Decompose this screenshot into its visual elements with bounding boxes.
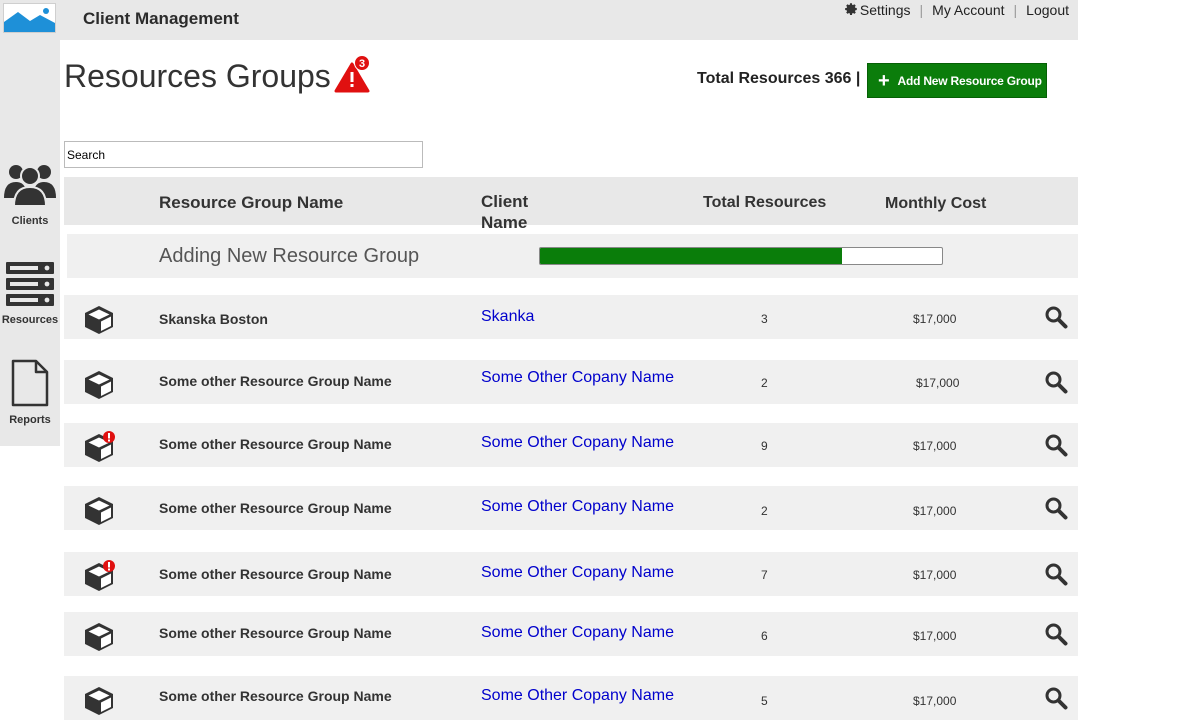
- row-total-resources: 2: [761, 376, 768, 390]
- search-icon[interactable]: [1044, 622, 1068, 646]
- row-total-resources: 9: [761, 439, 768, 453]
- progress-label: Adding New Resource Group: [159, 245, 420, 267]
- row-name: Some other Resource Group Name: [159, 688, 392, 704]
- progress-bar: [539, 247, 943, 265]
- table-row[interactable]: Skanska Boston Skanka 3 $17,000: [64, 295, 1078, 339]
- alert-dot-icon: [103, 431, 115, 443]
- cube-icon: [85, 431, 115, 462]
- sidebar-item-resources[interactable]: Resources: [0, 261, 60, 326]
- search-icon[interactable]: [1044, 496, 1068, 520]
- warning-icon: 3: [334, 55, 370, 93]
- alert-dot-icon: [103, 560, 115, 572]
- table-row[interactable]: Some other Resource Group Name Some Othe…: [64, 676, 1078, 720]
- column-header-client-line1: Client: [481, 192, 529, 211]
- search-icon[interactable]: [1044, 686, 1068, 710]
- search-icon[interactable]: [1044, 433, 1068, 457]
- gear-icon: [845, 3, 857, 15]
- column-header-cost[interactable]: Monthly Cost: [885, 193, 986, 214]
- column-header-client-line2: Name: [481, 213, 528, 232]
- row-monthly-cost: $17,000: [913, 439, 957, 453]
- table-row[interactable]: Some other Resource Group Name Some Othe…: [64, 552, 1078, 596]
- cube-icon: [85, 371, 113, 399]
- row-total-resources: 7: [761, 568, 768, 582]
- search-input[interactable]: [64, 141, 423, 168]
- top-nav: Settings | My Account | Logout: [844, 2, 1069, 18]
- row-client-link[interactable]: Some Other Copany Name: [481, 687, 674, 705]
- row-name: Skanska Boston: [159, 311, 268, 327]
- row-client-link[interactable]: Some Other Copany Name: [481, 624, 674, 642]
- row-name: Some other Resource Group Name: [159, 500, 392, 516]
- sidebar-item-label: Reports: [9, 414, 51, 426]
- row-total-resources: 5: [761, 694, 768, 708]
- sidebar-item-label: Resources: [1, 314, 59, 326]
- column-header-total[interactable]: Total Resources: [703, 192, 826, 213]
- app-title: Client Management: [83, 9, 239, 28]
- cube-icon: [85, 623, 113, 651]
- column-header-client[interactable]: Client Name: [481, 191, 528, 233]
- alert-count: 3: [359, 58, 365, 70]
- row-client-link[interactable]: Some Other Copany Name: [481, 369, 674, 387]
- page-title: Resources Groups: [64, 58, 331, 94]
- row-monthly-cost: $17,000: [913, 629, 957, 643]
- logo-image-icon: [4, 8, 55, 32]
- document-icon: [11, 359, 49, 407]
- row-name: Some other Resource Group Name: [159, 436, 392, 452]
- add-button-label: Add New Resource Group: [897, 73, 1042, 88]
- table-row[interactable]: Some other Resource Group Name Some Othe…: [64, 612, 1078, 656]
- plus-icon: +: [878, 69, 890, 92]
- sidebar-item-reports[interactable]: Reports: [0, 359, 60, 426]
- nav-separator: |: [1013, 2, 1018, 18]
- row-client-link[interactable]: Some Other Copany Name: [481, 564, 674, 582]
- logout-link[interactable]: Logout: [1026, 2, 1069, 18]
- alert-badge[interactable]: 3: [334, 54, 374, 94]
- table-row[interactable]: Some other Resource Group Name Some Othe…: [64, 486, 1078, 530]
- row-monthly-cost: $17,000: [913, 312, 957, 326]
- cube-icon: [85, 497, 113, 525]
- sidebar: Clients Resources Reports: [0, 40, 60, 446]
- sidebar-item-clients[interactable]: Clients: [0, 160, 60, 227]
- row-monthly-cost: $17,000: [913, 694, 957, 708]
- settings-link[interactable]: Settings: [844, 2, 911, 18]
- search-icon[interactable]: [1044, 370, 1068, 394]
- cube-icon: [85, 560, 115, 591]
- row-client-link[interactable]: Some Other Copany Name: [481, 498, 674, 516]
- sidebar-item-label: Clients: [11, 215, 49, 227]
- logo[interactable]: [3, 3, 56, 33]
- column-header-name[interactable]: Resource Group Name: [159, 192, 343, 213]
- users-icon: [4, 165, 56, 207]
- row-monthly-cost: $17,000: [913, 568, 957, 582]
- add-resource-group-button[interactable]: + Add New Resource Group: [867, 63, 1047, 98]
- search-icon[interactable]: [1044, 562, 1068, 586]
- my-account-link[interactable]: My Account: [932, 2, 1004, 18]
- cube-icon: [85, 306, 113, 334]
- top-bar: Client Management Settings | My Account …: [0, 0, 1078, 40]
- row-client-link[interactable]: Some Other Copany Name: [481, 434, 674, 452]
- progress-fill: [540, 248, 842, 264]
- total-resources-summary: Total Resources 366 |: [697, 70, 861, 87]
- row-name: Some other Resource Group Name: [159, 566, 392, 582]
- row-total-resources: 6: [761, 629, 768, 643]
- settings-label: Settings: [859, 2, 911, 18]
- row-client-link[interactable]: Skanka: [481, 308, 534, 326]
- table-header: Resource Group Name Client Name Total Re…: [64, 177, 1078, 232]
- row-name: Some other Resource Group Name: [159, 373, 392, 389]
- row-monthly-cost: $17,000: [913, 504, 957, 518]
- row-monthly-cost: $17,000: [916, 376, 960, 390]
- row-total-resources: 3: [761, 312, 768, 326]
- nav-separator: |: [919, 2, 924, 18]
- server-icon: [6, 262, 54, 306]
- row-name: Some other Resource Group Name: [159, 625, 392, 641]
- row-total-resources: 2: [761, 504, 768, 518]
- cube-icon: [85, 687, 113, 715]
- progress-row: Adding New Resource Group: [67, 234, 1078, 278]
- search-icon[interactable]: [1044, 305, 1068, 329]
- table-row[interactable]: Some other Resource Group Name Some Othe…: [64, 423, 1078, 467]
- table-row[interactable]: Some other Resource Group Name Some Othe…: [64, 360, 1078, 404]
